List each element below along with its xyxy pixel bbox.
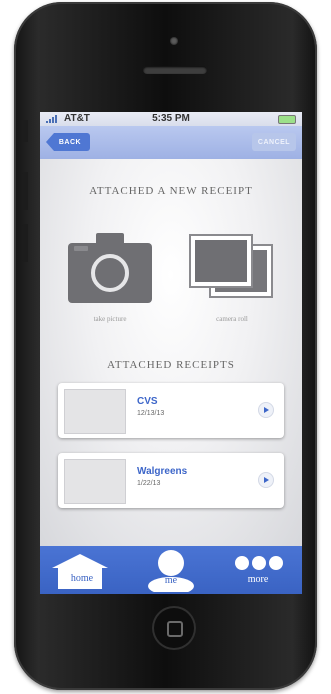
- attached-receipts-title: ATTACHED RECEIPTS: [107, 359, 235, 371]
- back-button[interactable]: BACK: [46, 133, 90, 151]
- receipt-row-walgreens[interactable]: Walgreens 1/22/13: [58, 453, 284, 508]
- tab-home[interactable]: home: [44, 548, 120, 592]
- receipt-date: 1/22/13: [137, 480, 161, 487]
- battery-icon: [278, 115, 296, 124]
- front-camera: [170, 37, 178, 45]
- home-hardware-button[interactable]: [152, 606, 196, 650]
- mute-switch: [22, 120, 28, 142]
- volume-up-button: [22, 172, 28, 210]
- take-picture-label: take picture: [93, 315, 127, 323]
- receipt-date: 12/13/13: [137, 410, 165, 417]
- tab-more[interactable]: more: [220, 548, 296, 592]
- camera-roll-button[interactable]: camera roll: [184, 229, 280, 335]
- take-picture-button[interactable]: take picture: [62, 229, 158, 335]
- volume-down-button: [22, 224, 28, 262]
- receipt-thumbnail: [64, 459, 126, 504]
- tab-bar: home me more: [40, 546, 302, 594]
- camera-roll-label: camera roll: [216, 315, 248, 323]
- camera-icon: [68, 233, 152, 303]
- status-time: 5:35 PM: [152, 113, 190, 124]
- tab-me-label: me: [164, 575, 178, 586]
- receipt-thumbnail: [64, 389, 126, 434]
- house-icon: [52, 554, 108, 589]
- cancel-button[interactable]: CANCEL: [252, 133, 296, 151]
- main-content: ATTACHED A NEW RECEIPT take picture came…: [40, 159, 302, 546]
- receipt-row-cvs[interactable]: CVS 12/13/13: [58, 383, 284, 438]
- disclosure-arrow-icon[interactable]: [258, 402, 274, 418]
- navigation-bar: BACK CANCEL: [40, 126, 302, 159]
- app-screen: AT&T 5:35 PM BACK CANCEL ATTACHED A NEW …: [40, 112, 302, 594]
- tab-home-label: home: [70, 573, 94, 584]
- tab-more-label: more: [247, 574, 269, 585]
- receipt-store: Walgreens: [137, 466, 188, 477]
- photo-stack-icon: [189, 234, 273, 298]
- tab-me[interactable]: me: [133, 548, 209, 594]
- disclosure-arrow-icon[interactable]: [258, 472, 274, 488]
- receipt-store: CVS: [137, 396, 158, 407]
- ellipsis-icon: [235, 556, 283, 570]
- earpiece-speaker: [143, 66, 207, 74]
- attach-new-title: ATTACHED A NEW RECEIPT: [89, 185, 253, 197]
- status-bar: AT&T 5:35 PM: [40, 112, 302, 126]
